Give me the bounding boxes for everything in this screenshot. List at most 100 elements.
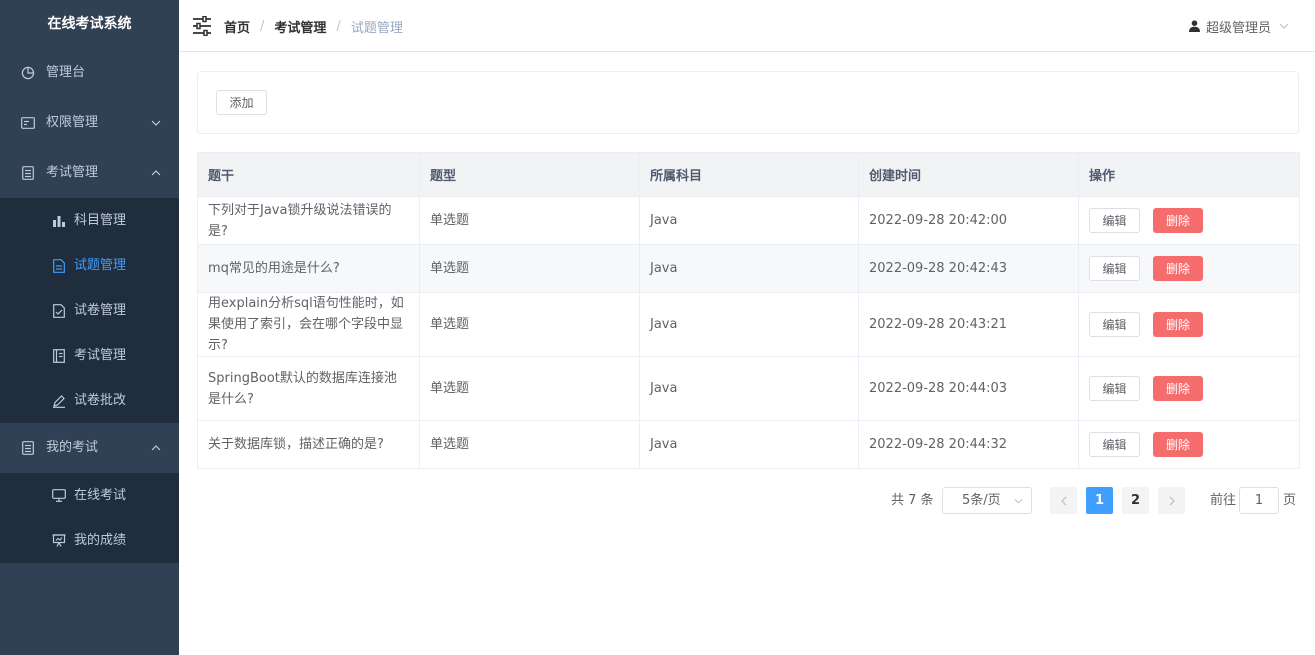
- column-header-created: 创建时间: [858, 152, 1079, 197]
- breadcrumb-home[interactable]: 首页: [224, 17, 250, 36]
- sidebar-item-label: 权限管理: [46, 115, 99, 130]
- cell-subject: Java: [639, 356, 859, 421]
- sidebar-item-label: 考试管理: [46, 165, 99, 180]
- cell-subject: Java: [639, 244, 859, 293]
- sidebar-item-label: 管理台: [46, 65, 86, 80]
- cell-actions: 编辑 删除: [1078, 420, 1300, 469]
- document-icon: [20, 148, 36, 198]
- edit-button[interactable]: 编辑: [1089, 376, 1140, 401]
- cell-created: 2022-09-28 20:44:32: [858, 420, 1079, 469]
- chevron-up-icon: [151, 423, 161, 473]
- sidebar-item-permissions[interactable]: 权限管理: [0, 98, 179, 148]
- delete-button[interactable]: 删除: [1153, 256, 1203, 281]
- cell-type: 单选题: [419, 196, 640, 245]
- notebook-icon: [51, 333, 67, 378]
- breadcrumb: 首页 / 考试管理 / 试题管理: [224, 0, 403, 52]
- cell-stem: SpringBoot默认的数据库连接池是什么?: [197, 356, 420, 421]
- sidebar-toggle-icon[interactable]: [193, 15, 211, 37]
- edit-button[interactable]: 编辑: [1089, 312, 1140, 337]
- sidebar-item-grading[interactable]: 试卷批改: [0, 378, 179, 423]
- table-row: 下列对于Java锁升级说法错误的是? 单选题 Java 2022-09-28 2…: [197, 196, 1300, 245]
- goto-page-input[interactable]: [1239, 487, 1279, 514]
- sidebar-item-exams[interactable]: 考试管理: [0, 333, 179, 378]
- next-page-button[interactable]: [1158, 487, 1185, 514]
- breadcrumb-exam-management[interactable]: 考试管理: [274, 17, 326, 36]
- breadcrumb-current: 试题管理: [350, 20, 403, 36]
- table-row: 关于数据库锁，描述正确的是? 单选题 Java 2022-09-28 20:44…: [197, 420, 1300, 469]
- edit-button[interactable]: 编辑: [1089, 208, 1140, 233]
- cell-created: 2022-09-28 20:44:03: [858, 356, 1079, 421]
- page-button-1[interactable]: 1: [1086, 487, 1113, 514]
- sidebar-title: 在线考试系统: [47, 16, 132, 32]
- document-icon: [51, 243, 67, 288]
- document-check-icon: [51, 288, 67, 333]
- delete-button[interactable]: 删除: [1153, 208, 1203, 233]
- presentation-chart-icon: [51, 518, 67, 563]
- chevron-right-icon: [1169, 496, 1175, 505]
- cell-subject: Java: [639, 292, 859, 357]
- chevron-down-icon: [1279, 23, 1289, 29]
- cell-stem: mq常见的用途是什么?: [197, 244, 420, 293]
- cell-type: 单选题: [419, 420, 640, 469]
- pie-chart-icon: [20, 48, 36, 98]
- pagination-total: 共 7 条: [891, 493, 934, 508]
- sidebar-item-label: 试题管理: [74, 258, 127, 273]
- cell-stem: 关于数据库锁，描述正确的是?: [197, 420, 420, 469]
- goto-label: 前往: [1210, 493, 1237, 508]
- sidebar-item-label: 考试管理: [74, 348, 127, 363]
- sidebar: 在线考试系统 管理台 权限管理 考试管理 科目管理 试题管理 试卷管理 考试管理…: [0, 0, 179, 655]
- edit-button[interactable]: 编辑: [1089, 256, 1140, 281]
- user-name: 超级管理员: [1205, 20, 1271, 36]
- sidebar-item-label: 科目管理: [74, 213, 127, 228]
- cell-type: 单选题: [419, 356, 640, 421]
- submenu-exam-management: 科目管理 试题管理 试卷管理 考试管理 试卷批改: [0, 198, 179, 423]
- column-header-subject: 所属科目: [639, 152, 859, 197]
- add-button[interactable]: 添加: [216, 90, 267, 115]
- goto-suffix: 页: [1283, 493, 1297, 508]
- cell-created: 2022-09-28 20:42:00: [858, 196, 1079, 245]
- cell-type: 单选题: [419, 292, 640, 357]
- chevron-down-icon: [1014, 488, 1023, 513]
- breadcrumb-separator: /: [336, 18, 341, 34]
- user-menu[interactable]: 超级管理员: [1188, 0, 1289, 52]
- cell-stem: 用explain分析sql语句性能时，如果使用了索引，会在哪个字段中显示?: [197, 292, 420, 357]
- cell-actions: 编辑 删除: [1078, 244, 1300, 293]
- prev-page-button[interactable]: [1050, 487, 1077, 514]
- sidebar-item-label: 试卷管理: [74, 303, 127, 318]
- column-header-type: 题型: [419, 152, 640, 197]
- sidebar-item-label: 我的考试: [46, 440, 99, 455]
- toolbar-card: 添加: [197, 71, 1299, 134]
- sidebar-item-papers[interactable]: 试卷管理: [0, 288, 179, 333]
- cell-created: 2022-09-28 20:42:43: [858, 244, 1079, 293]
- document-icon: [20, 423, 36, 473]
- bar-chart-icon: [51, 198, 67, 243]
- sidebar-item-my-exams[interactable]: 我的考试: [0, 423, 179, 473]
- top-header: 首页 / 考试管理 / 试题管理 超级管理员: [179, 0, 1315, 52]
- cell-type: 单选题: [419, 244, 640, 293]
- cell-subject: Java: [639, 196, 859, 245]
- page-size-select[interactable]: 5条/页: [942, 487, 1032, 514]
- sidebar-item-label: 试卷批改: [74, 393, 127, 408]
- column-header-stem: 题干: [197, 152, 420, 197]
- page-button-2[interactable]: 2: [1122, 487, 1149, 514]
- cell-created: 2022-09-28 20:43:21: [858, 292, 1079, 357]
- questions-table: 题干 题型 所属科目 创建时间 操作 下列对于Java锁升级说法错误的是? 单选…: [197, 152, 1300, 469]
- sidebar-item-my-scores[interactable]: 我的成绩: [0, 518, 179, 563]
- sidebar-item-dashboard[interactable]: 管理台: [0, 48, 179, 98]
- delete-button[interactable]: 删除: [1153, 432, 1203, 457]
- user-icon: [1188, 20, 1200, 32]
- cell-actions: 编辑 删除: [1078, 292, 1300, 357]
- delete-button[interactable]: 删除: [1153, 376, 1203, 401]
- id-card-icon: [20, 98, 36, 148]
- edit-button[interactable]: 编辑: [1089, 432, 1140, 457]
- app-root: 在线考试系统 管理台 权限管理 考试管理 科目管理 试题管理 试卷管理 考试管理…: [0, 0, 1315, 655]
- sidebar-item-exam-management[interactable]: 考试管理: [0, 148, 179, 198]
- chevron-up-icon: [151, 148, 161, 198]
- delete-button[interactable]: 删除: [1153, 312, 1203, 337]
- table-row: 用explain分析sql语句性能时，如果使用了索引，会在哪个字段中显示? 单选…: [197, 292, 1300, 357]
- cell-actions: 编辑 删除: [1078, 196, 1300, 245]
- column-header-actions: 操作: [1078, 152, 1300, 197]
- sidebar-item-questions[interactable]: 试题管理: [0, 243, 179, 288]
- chevron-down-icon: [151, 98, 161, 148]
- sidebar-item-subjects[interactable]: 科目管理: [0, 198, 179, 243]
